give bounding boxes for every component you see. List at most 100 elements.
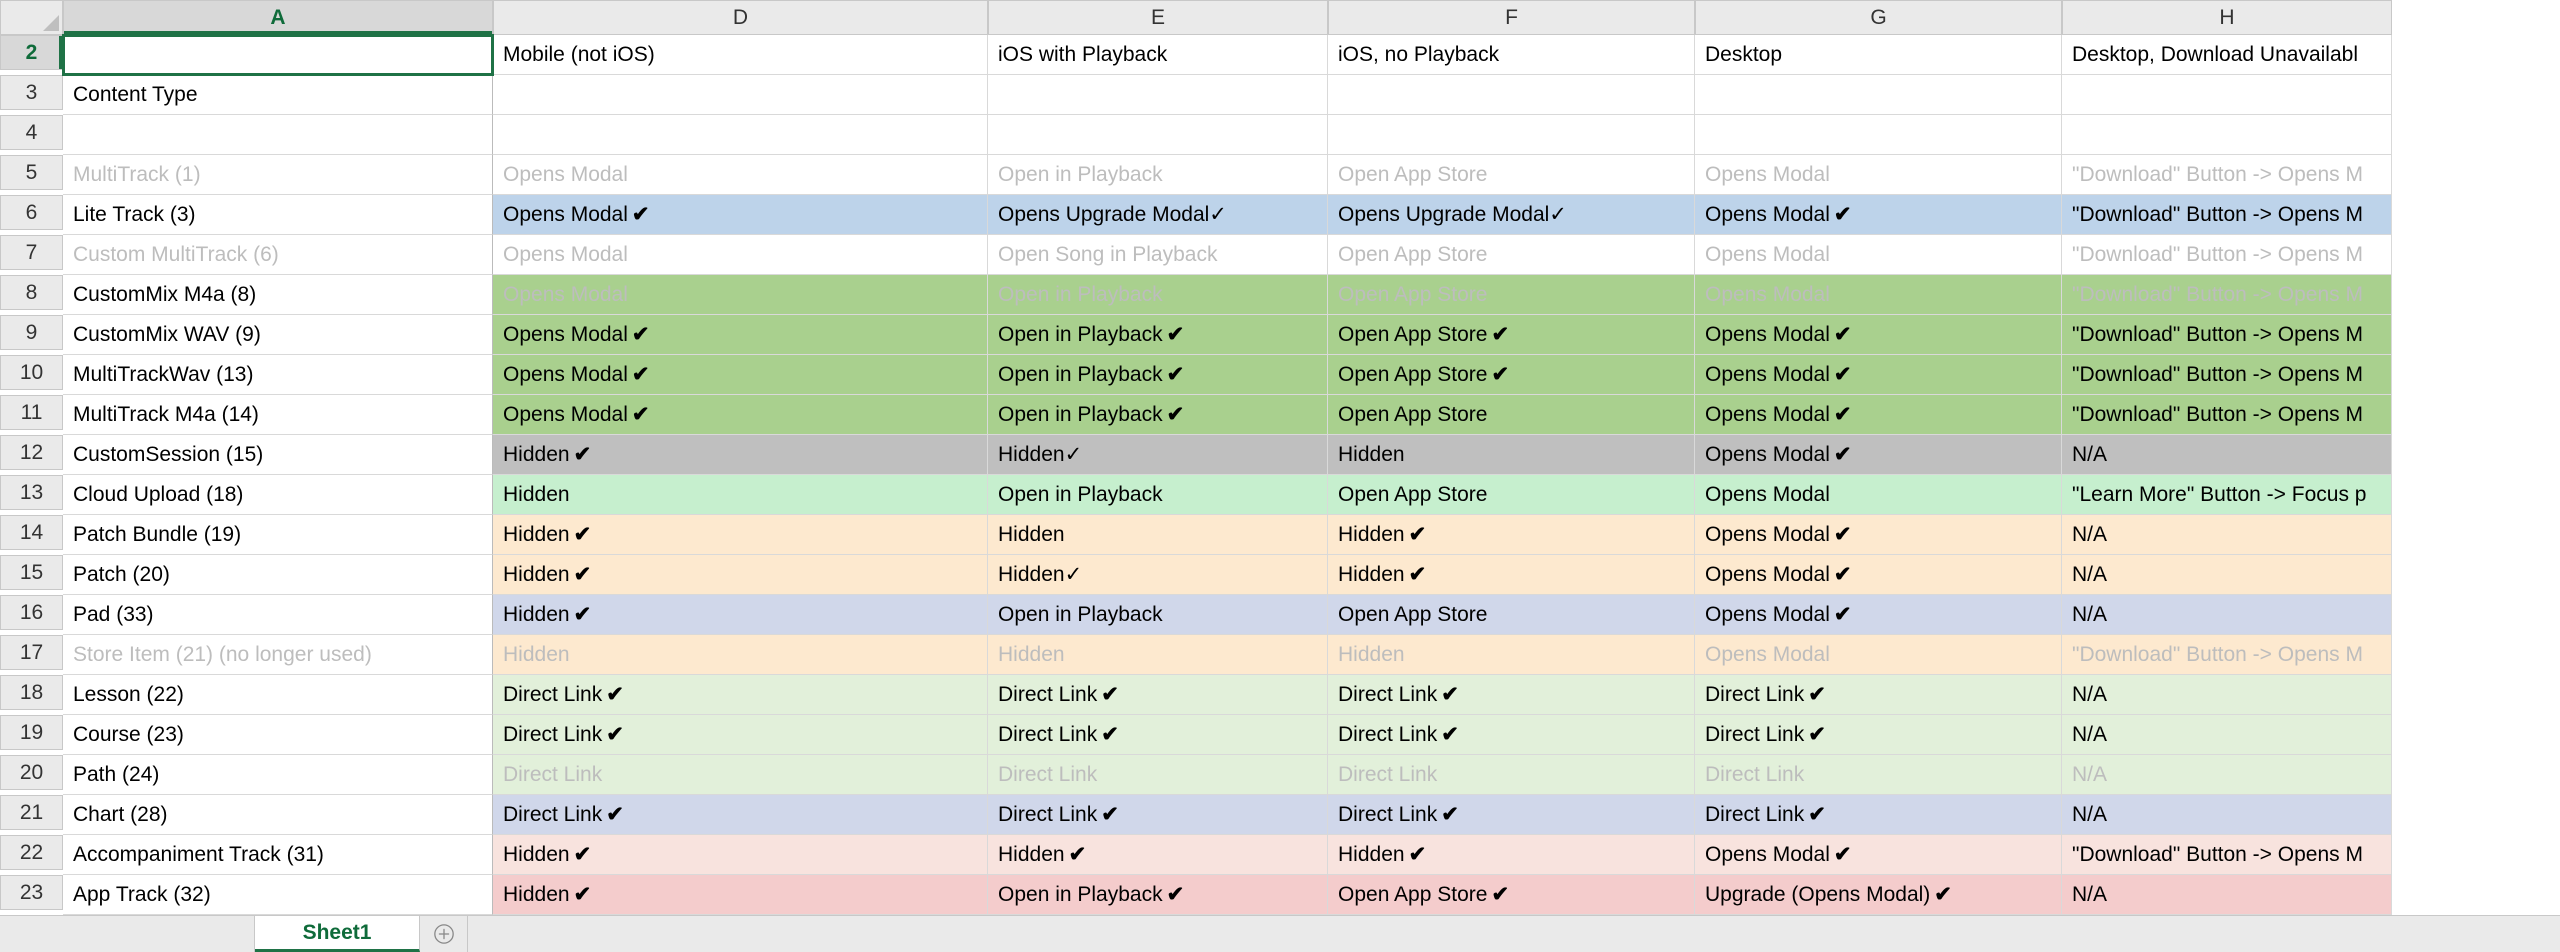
- cell[interactable]: Hidden ✔: [493, 435, 988, 475]
- cell[interactable]: [988, 115, 1328, 155]
- cell[interactable]: N/A: [2062, 715, 2392, 755]
- cell[interactable]: Opens Modal ✔: [1695, 595, 2062, 635]
- row-header[interactable]: 9: [0, 315, 63, 350]
- row-header[interactable]: 7: [0, 235, 63, 270]
- cell[interactable]: Chart (28): [63, 795, 493, 835]
- cell[interactable]: N/A: [2062, 755, 2392, 795]
- cell[interactable]: N/A: [2062, 555, 2392, 595]
- cell[interactable]: Open in Playback ✔: [988, 355, 1328, 395]
- cell[interactable]: Opens Modal: [1695, 275, 2062, 315]
- cell[interactable]: Accompaniment Track (31): [63, 835, 493, 875]
- cell[interactable]: [2062, 75, 2392, 115]
- cell[interactable]: Direct Link ✔: [1695, 795, 2062, 835]
- cell[interactable]: Open in Playback ✔: [988, 395, 1328, 435]
- row-header[interactable]: 2: [0, 35, 63, 70]
- cell[interactable]: "Download" Button -> Opens M: [2062, 235, 2392, 275]
- add-sheet-button[interactable]: [420, 916, 468, 952]
- cell[interactable]: N/A: [2062, 435, 2392, 475]
- cell[interactable]: [493, 115, 988, 155]
- cell[interactable]: Open Song in Playback: [988, 235, 1328, 275]
- cell[interactable]: Direct Link ✔: [1328, 715, 1695, 755]
- cell[interactable]: Open in Playback: [988, 595, 1328, 635]
- cell[interactable]: Direct Link: [1695, 755, 2062, 795]
- cell[interactable]: Opens Modal: [493, 275, 988, 315]
- row-header[interactable]: 10: [0, 355, 63, 390]
- cell[interactable]: Open in Playback ✔: [988, 875, 1328, 915]
- cell[interactable]: Open App Store ✔: [1328, 355, 1695, 395]
- cell[interactable]: Opens Modal: [493, 155, 988, 195]
- row-header[interactable]: 16: [0, 595, 63, 630]
- cell[interactable]: [1695, 115, 2062, 155]
- cell[interactable]: Open App Store ✔: [1328, 875, 1695, 915]
- cell[interactable]: Opens Modal ✔: [1695, 555, 2062, 595]
- cell[interactable]: Open in Playback: [988, 275, 1328, 315]
- select-all-corner[interactable]: [0, 0, 63, 35]
- cell[interactable]: N/A: [2062, 595, 2392, 635]
- cell[interactable]: Lite Track (3): [63, 195, 493, 235]
- cell[interactable]: Direct Link ✔: [988, 795, 1328, 835]
- spreadsheet-grid[interactable]: ADEFGH2Mobile (not iOS)iOS with Playback…: [0, 0, 2560, 915]
- cell[interactable]: Opens Modal ✔: [1695, 315, 2062, 355]
- cell[interactable]: Direct Link ✔: [988, 675, 1328, 715]
- row-header[interactable]: 22: [0, 835, 63, 870]
- cell[interactable]: Hidden: [1328, 435, 1695, 475]
- column-header[interactable]: D: [493, 0, 988, 35]
- cell[interactable]: MultiTrack (1): [63, 155, 493, 195]
- cell[interactable]: Opens Modal: [493, 235, 988, 275]
- cell[interactable]: Opens Modal: [1695, 235, 2062, 275]
- cell[interactable]: iOS with Playback: [988, 35, 1328, 75]
- row-header[interactable]: 4: [0, 115, 63, 150]
- cell[interactable]: Opens Modal ✔: [493, 315, 988, 355]
- cell[interactable]: [1695, 75, 2062, 115]
- cell[interactable]: Patch (20): [63, 555, 493, 595]
- cell[interactable]: Direct Link ✔: [988, 715, 1328, 755]
- cell[interactable]: Direct Link ✔: [493, 715, 988, 755]
- cell[interactable]: Direct Link ✔: [1695, 675, 2062, 715]
- cell[interactable]: [1328, 115, 1695, 155]
- cell[interactable]: Hidden ✔: [493, 595, 988, 635]
- cell[interactable]: Pad (33): [63, 595, 493, 635]
- cell[interactable]: Path (24): [63, 755, 493, 795]
- cell[interactable]: Hidden ✔: [1328, 835, 1695, 875]
- cell[interactable]: CustomMix M4a (8): [63, 275, 493, 315]
- cell[interactable]: Opens Modal ✔: [493, 355, 988, 395]
- cell[interactable]: Opens Modal ✔: [493, 195, 988, 235]
- cell[interactable]: Hidden ✔: [493, 835, 988, 875]
- cell[interactable]: Direct Link: [1328, 755, 1695, 795]
- cell[interactable]: Course (23): [63, 715, 493, 755]
- cell[interactable]: Open App Store: [1328, 235, 1695, 275]
- cell[interactable]: "Learn More" Button -> Focus p: [2062, 475, 2392, 515]
- cell[interactable]: N/A: [2062, 515, 2392, 555]
- cell[interactable]: [493, 75, 988, 115]
- row-header[interactable]: 12: [0, 435, 63, 470]
- cell[interactable]: "Download" Button -> Opens M: [2062, 155, 2392, 195]
- row-header[interactable]: 23: [0, 875, 63, 910]
- cell[interactable]: Open App Store: [1328, 595, 1695, 635]
- cell[interactable]: Opens Modal ✔: [1695, 195, 2062, 235]
- cell[interactable]: CustomMix WAV (9): [63, 315, 493, 355]
- cell[interactable]: Hidden ✔: [493, 515, 988, 555]
- cell[interactable]: N/A: [2062, 675, 2392, 715]
- cell[interactable]: [988, 75, 1328, 115]
- cell[interactable]: Hidden ✔: [493, 875, 988, 915]
- cell[interactable]: Hidden✓: [988, 435, 1328, 475]
- cell[interactable]: Direct Link ✔: [493, 795, 988, 835]
- cell[interactable]: Opens Modal ✔: [1695, 355, 2062, 395]
- row-header[interactable]: 6: [0, 195, 63, 230]
- cell[interactable]: CustomSession (15): [63, 435, 493, 475]
- cell[interactable]: Open App Store: [1328, 475, 1695, 515]
- cell[interactable]: Mobile (not iOS): [493, 35, 988, 75]
- cell[interactable]: Content Type: [63, 75, 493, 115]
- column-header[interactable]: E: [988, 0, 1328, 35]
- cell[interactable]: Opens Modal: [1695, 155, 2062, 195]
- row-header[interactable]: 19: [0, 715, 63, 750]
- row-header[interactable]: 18: [0, 675, 63, 710]
- cell[interactable]: Custom MultiTrack (6): [63, 235, 493, 275]
- cell[interactable]: Direct Link: [988, 755, 1328, 795]
- cell[interactable]: Open App Store: [1328, 275, 1695, 315]
- column-header[interactable]: G: [1695, 0, 2062, 35]
- cell[interactable]: App Track (32): [63, 875, 493, 915]
- cell[interactable]: Hidden ✔: [988, 835, 1328, 875]
- cell[interactable]: Hidden: [988, 515, 1328, 555]
- cell[interactable]: "Download" Button -> Opens M: [2062, 635, 2392, 675]
